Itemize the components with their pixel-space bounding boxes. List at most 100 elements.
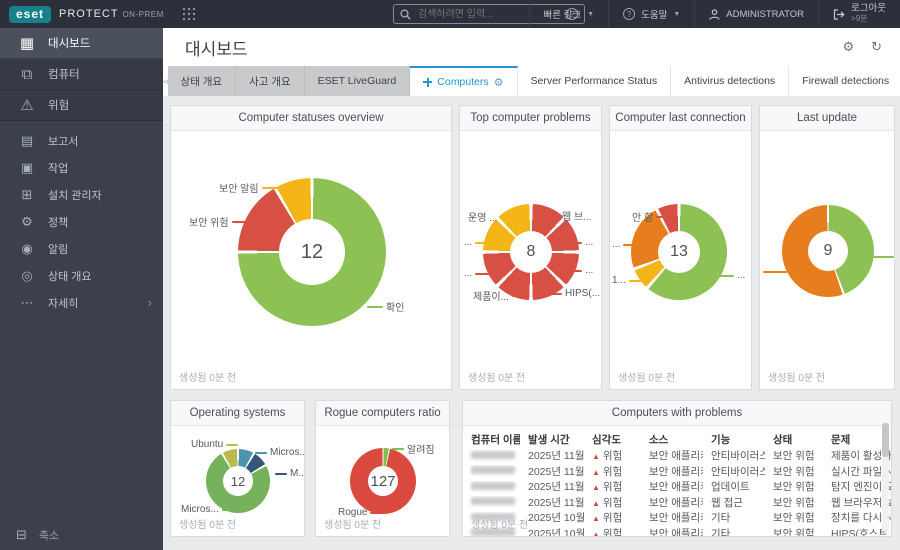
donut-ring[interactable]: 9	[782, 205, 874, 297]
policies-icon: ⚙	[21, 213, 33, 229]
table-scrollbar-thumb[interactable]	[882, 423, 889, 457]
problem: HIPS(호스트 침...	[831, 527, 891, 536]
table-row[interactable]: 2025년 11월 2... ▲위험 보안 애플리케... 안티바이러스 보안 위험 실시…	[463, 464, 891, 480]
function: 기타	[711, 512, 731, 525]
panel-footer: 생성됨 0분 전	[471, 520, 529, 531]
sidebar-item-status-overview[interactable]: ◎ 상태 개요	[0, 262, 163, 289]
panel-title[interactable]: Rogue computers ratio	[316, 401, 449, 426]
table-scrollbar[interactable]	[882, 422, 889, 532]
problem: 웹 브라우저 보...	[831, 496, 891, 509]
dashboard-row-2: Operating systems 12 Ubuntu Micros... M... M…	[170, 400, 895, 537]
chart-label	[872, 256, 894, 258]
sidebar-item-notifications[interactable]: ◉ 알림	[0, 235, 163, 262]
donut-chart-top-computer-problems[interactable]: 8 운영 ... 웹 브......... HIPS(... 제품이.........	[460, 132, 601, 389]
chart-label: 보안 알림	[219, 180, 278, 195]
panel-title[interactable]: Last update	[760, 106, 894, 131]
user-menu[interactable]: ADMINISTRATOR	[694, 0, 818, 28]
tab-label: 상태 개요	[180, 75, 223, 88]
donut-center-value: 9	[808, 231, 848, 271]
problem: 탐지 엔진이 오...	[831, 481, 891, 494]
donut-chart-computer-statuses[interactable]: 12 보안 알림 보안 위험 확인	[171, 132, 451, 389]
panel-operating-systems: Operating systems 12 Ubuntu Micros... M... M…	[170, 400, 305, 537]
column-header[interactable]: 심각도	[584, 432, 641, 447]
table-row[interactable]: 2025년 11월 2... ▲위험 보안 애플리케... 업데이트 보안 위험 탐지 엔…	[463, 479, 891, 495]
help-menu[interactable]: ? 도움말 ▼	[608, 0, 694, 28]
column-header[interactable]: 소스	[641, 432, 703, 447]
donut-ring[interactable]: 12	[238, 178, 386, 326]
severity: ▲ 위험	[592, 512, 623, 525]
computer-name-redacted	[463, 465, 520, 477]
panel-computer-statuses-overview: Computer statuses overview 12 보안 알림 보안 위험 확…	[170, 105, 452, 390]
dashboard-settings-gear-icon[interactable]: ⚙	[842, 39, 854, 55]
severity: ▲ 위험	[592, 496, 623, 509]
label-leader-line	[367, 305, 383, 308]
column-header[interactable]: 기능	[703, 432, 765, 447]
collapse-sidebar-button[interactable]: ⊟ 축소	[0, 520, 163, 550]
sidebar-item-tasks[interactable]: ▣ 작업	[0, 154, 163, 181]
sidebar-item-policies[interactable]: ⚙ 정책	[0, 208, 163, 235]
chart-label: 운영 ...	[468, 209, 517, 224]
help-icon: ?	[623, 8, 636, 20]
panel-last-update: Last update 9 생성됨 0분 전	[759, 105, 895, 390]
status: 보안 위험	[773, 450, 815, 463]
source: 보안 애플리케...	[649, 450, 703, 463]
label-leader-line	[392, 447, 404, 450]
sidebar-item-label: 작업	[48, 162, 69, 175]
tab-antivirus-detections[interactable]: Antivirus detections	[671, 66, 790, 96]
tab-eset-liveguard[interactable]: ESET LiveGuard	[304, 66, 411, 96]
panel-title[interactable]: Top computer problems	[460, 106, 601, 131]
tab-incidents-overview[interactable]: 사고 개요	[236, 66, 305, 96]
apps-grid-icon[interactable]	[182, 7, 196, 21]
tab-firewall-detections[interactable]: Firewall detections	[789, 66, 900, 96]
tab-computers[interactable]: Computers ⚙	[410, 66, 518, 96]
tab-server-performance-status[interactable]: Server Performance Status	[517, 66, 672, 96]
table-row[interactable]: 2025년 11월 2... ▲위험 보안 애플리케... 안티바이러스 보안 위험 제품…	[463, 448, 891, 464]
label-leader-line	[226, 443, 239, 446]
label-leader-line	[275, 472, 287, 475]
help-label: 도움말	[641, 10, 668, 21]
tab-label: Computers	[437, 76, 489, 88]
panel-footer: 생성됨 0분 전	[179, 373, 237, 384]
sidebar-item-threats[interactable]: ⚠ 위험	[0, 90, 163, 121]
sidebar-item-more[interactable]: ⋯ 자세히 ›	[0, 289, 163, 316]
panel-footer: 생성됨 0분 전	[324, 520, 382, 531]
donut-chart-last-update[interactable]: 9	[760, 132, 894, 389]
dashboard-icon: ▦	[19, 35, 35, 52]
column-header[interactable]: 컴퓨터 이름	[463, 432, 520, 447]
sidebar-item-dashboard[interactable]: ▦ 대시보드	[0, 28, 163, 59]
collapse-icon: ⊟	[16, 527, 27, 542]
column-header[interactable]: 발생 시간	[520, 432, 584, 447]
chart-label: 안 함	[632, 209, 673, 224]
donut-chart-computer-last-connection[interactable]: 13 안 함... 1......	[610, 132, 751, 389]
sidebar-item-computers[interactable]: ⧉ 컴퓨터	[0, 59, 163, 90]
tab-label: Server Performance Status	[530, 75, 658, 87]
computers-icon: ⧉	[21, 65, 33, 83]
logout-button[interactable]: 로그아웃 >9분	[818, 0, 900, 28]
tab-status-overview[interactable]: 상태 개요	[167, 66, 237, 96]
panel-title[interactable]: Computer statuses overview	[171, 106, 451, 131]
quick-links-menu[interactable]: 빠른 링크 ▼	[528, 0, 609, 28]
function: 안티바이러스	[711, 465, 765, 478]
column-header[interactable]: 문제	[823, 432, 891, 447]
warning-triangle-icon: ▲	[592, 498, 600, 508]
label-leader-line	[872, 256, 894, 258]
panel-footer: 생성됨 0분 전	[618, 373, 676, 384]
tasks-icon: ▣	[20, 159, 34, 175]
sidebar-item-reports[interactable]: ▤ 보고서	[0, 127, 163, 154]
table-row[interactable]: 2025년 11월 2... ▲위험 보안 애플리케... 웹 접근 보안 위험 웹 브라…	[463, 495, 891, 511]
sidebar-item-installers[interactable]: ⊞ 설치 관리자	[0, 181, 163, 208]
column-header[interactable]: 상태	[765, 432, 823, 447]
tab-gear-icon[interactable]: ⚙	[494, 76, 504, 89]
chart-label: 웹 브...	[543, 208, 592, 223]
sidebar-nav: ▦ 대시보드 ⧉ 컴퓨터 ⚠ 위험 ▤ 보고서 ▣ 작업 ⊞ 설치 관리자 ⚙ 정책 ◉ 알림 ◎ 상태 개요 ⋯ 자…	[0, 28, 163, 316]
eset-logo: eset	[9, 5, 52, 23]
panel-title[interactable]: Computer last connection	[610, 106, 751, 131]
status: 보안 위험	[773, 465, 815, 478]
refresh-icon[interactable]: ↻	[871, 39, 882, 55]
topbar: eset PROTECT ON-PREM ? 빠른 링크 ▼ ?	[0, 0, 900, 28]
status: 보안 위험	[773, 512, 815, 525]
panel-title[interactable]: Computers with problems	[463, 401, 891, 426]
panel-title[interactable]: Operating systems	[171, 401, 304, 426]
donut-ring[interactable]: 127	[350, 448, 416, 514]
computer-name-redacted	[463, 481, 520, 493]
